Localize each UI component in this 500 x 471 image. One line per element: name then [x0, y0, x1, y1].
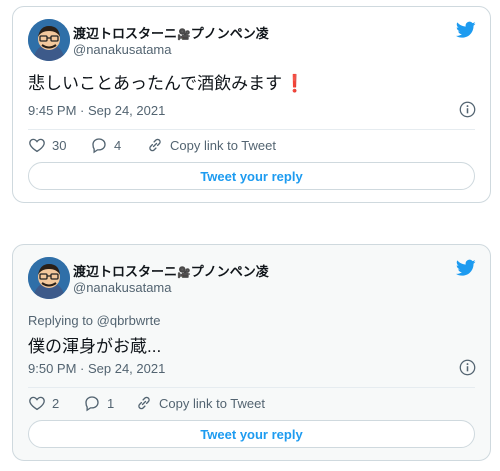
copy-link-button[interactable]: Copy link to Tweet — [135, 393, 265, 413]
like-count: 30 — [52, 137, 67, 153]
reply-action-button[interactable]: 4 — [90, 135, 121, 155]
timestamp[interactable]: 9:50 PM · Sep 24, 2021 — [28, 361, 165, 376]
author-name[interactable]: 渡辺トロスターニ🎥プノンペン凌 — [73, 261, 269, 280]
heart-icon — [29, 138, 45, 153]
author-name-suffix: プノンペン凌 — [190, 264, 269, 279]
author-handle[interactable]: @nanakusatama — [73, 42, 171, 57]
movie-camera-icon: 🎥 — [177, 267, 191, 279]
like-button[interactable]: 30 — [28, 135, 66, 155]
copy-link-label: Copy link to Tweet — [170, 137, 276, 153]
tweet-reply-button[interactable]: Tweet your reply — [28, 162, 475, 190]
twitter-bird-icon[interactable] — [456, 259, 476, 277]
movie-camera-icon: 🎥 — [177, 29, 191, 41]
author-name-suffix: プノンペン凌 — [190, 26, 269, 41]
like-button[interactable]: 2 — [28, 393, 59, 413]
avatar[interactable] — [28, 19, 70, 61]
exclamation-emoji: ❗ — [284, 74, 306, 93]
avatar-image — [28, 19, 70, 61]
reply-count: 4 — [114, 137, 122, 153]
reply-bubble-icon — [85, 396, 99, 412]
timestamp[interactable]: 9:45 PM · Sep 24, 2021 — [28, 103, 165, 118]
replying-to[interactable]: Replying to @qbrbwrte — [28, 313, 160, 328]
divider — [28, 129, 475, 130]
reply-action-button[interactable]: 1 — [83, 393, 114, 413]
tweet-card[interactable]: 渡辺トロスターニ🎥プノンペン凌 @nanakusatama Replying t… — [12, 244, 491, 461]
author-name-text: 渡辺トロスターニ — [73, 264, 178, 279]
divider — [28, 387, 475, 388]
link-icon — [149, 138, 161, 152]
copy-link-button[interactable]: Copy link to Tweet — [146, 135, 276, 155]
reply-bubble-icon — [92, 138, 106, 154]
tweet-card[interactable]: 渡辺トロスターニ🎥プノンペン凌 @nanakusatama 悲しいことあったんで… — [12, 6, 491, 203]
tweet-text: 悲しいことあったんで酒飲みます ❗ — [28, 69, 305, 94]
author-name-text: 渡辺トロスターニ — [73, 26, 178, 41]
heart-icon — [29, 396, 45, 411]
reply-count: 1 — [107, 395, 115, 411]
info-icon[interactable] — [459, 101, 476, 118]
tweet-text-content: 悲しいことあったんで酒飲みます — [28, 74, 283, 93]
tweet-reply-button[interactable]: Tweet your reply — [28, 420, 475, 448]
avatar[interactable] — [28, 257, 70, 299]
author-name[interactable]: 渡辺トロスターニ🎥プノンペン凌 — [73, 23, 269, 42]
author-handle[interactable]: @nanakusatama — [73, 280, 171, 295]
tweet-text: 僕の渾身がお蔵... — [28, 337, 162, 356]
like-count: 2 — [52, 395, 60, 411]
twitter-bird-icon[interactable] — [456, 21, 476, 39]
info-icon[interactable] — [459, 359, 476, 376]
avatar-image — [28, 257, 70, 299]
copy-link-label: Copy link to Tweet — [159, 395, 265, 411]
link-icon — [138, 396, 150, 410]
